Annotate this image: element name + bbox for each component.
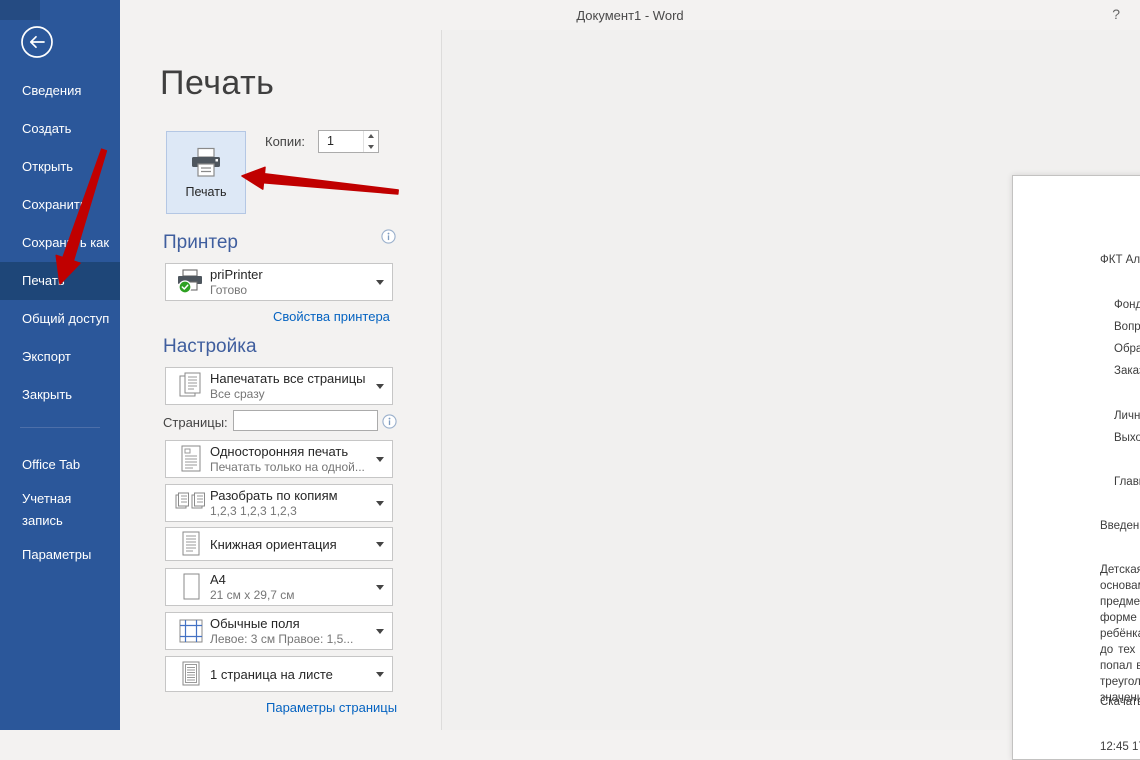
sidebar-item-share[interactable]: Общий доступ [0, 300, 120, 338]
window-title: Документ1 - Word [120, 8, 1140, 23]
copies-increment-button[interactable] [364, 131, 378, 142]
print-range-subtitle: Все сразу [210, 387, 372, 401]
doc-download-line: Скачать «Введение в аналитику» (формат .… [1100, 696, 1140, 708]
collation-title: Разобрать по копиям [210, 488, 372, 503]
sidebar-menu: Сведения Создать Открыть Сохранить Сохра… [0, 72, 120, 574]
paper-size-subtitle: 21 см x 29,7 см [210, 588, 372, 602]
chevron-down-icon [376, 501, 384, 506]
chevron-down-icon [376, 629, 384, 634]
printer-status: Готово [210, 283, 372, 297]
portrait-orientation-icon [172, 530, 210, 558]
page-setup-link[interactable]: Параметры страницы [266, 700, 397, 715]
orientation-select[interactable]: Книжная ориентация [165, 527, 393, 561]
paper-size-select[interactable]: А4 21 см x 29,7 см [165, 568, 393, 606]
doc-text-line: Фонд концептуальных технологий [1114, 299, 1140, 311]
margins-icon [172, 617, 210, 645]
sidebar-item-open[interactable]: Открыть [0, 148, 120, 186]
all-pages-icon [172, 371, 210, 401]
chevron-down-icon [376, 280, 384, 285]
paper-size-title: А4 [210, 572, 372, 587]
copies-stepper[interactable]: 1 [318, 130, 379, 153]
pages-per-sheet-title: 1 страница на листе [210, 667, 372, 682]
pages-info-icon[interactable] [382, 414, 397, 429]
sidebar-item-office-tab[interactable]: Office Tab [0, 446, 120, 484]
backstage-sidebar: Сведения Создать Открыть Сохранить Сохра… [0, 0, 120, 730]
title-bar: Документ1 - Word ? [120, 0, 1140, 30]
sidebar-item-info[interactable]: Сведения [0, 72, 120, 110]
print-range-select[interactable]: Напечатать все страницы Все сразу [165, 367, 393, 405]
chevron-down-icon [376, 585, 384, 590]
pages-per-sheet-icon [172, 660, 210, 688]
print-button[interactable]: Печать [166, 131, 246, 214]
doc-text-line: ФКТ Алтай [1100, 254, 1140, 266]
spinner-down-icon [368, 145, 374, 149]
sidebar-item-account[interactable]: Учетная запись [0, 484, 120, 536]
doc-text-line: Введение в аналитику [1100, 520, 1140, 532]
collation-subtitle: 1,2,3 1,2,3 1,2,3 [210, 504, 372, 518]
doc-text-line: Заказать книгу [1114, 365, 1140, 377]
doc-paragraph: Детская игрушка — простое, но очень эффе… [1100, 562, 1140, 706]
printer-properties-link[interactable]: Свойства принтера [273, 309, 390, 324]
spinner-up-icon [368, 134, 374, 138]
back-arrow-icon [20, 25, 54, 59]
doc-text-line: Вопрос — Ответ [1114, 321, 1140, 333]
doc-text-line: Главная Аналитика Введение в аналитику [1114, 476, 1140, 488]
doc-text-line: Обратная связь [1114, 343, 1140, 355]
print-preview-area: ФКТ Алтай Фонд концептуальных технологий… [442, 30, 1140, 730]
copies-decrement-button[interactable] [364, 142, 378, 153]
chevron-down-icon [376, 457, 384, 462]
printer-info-icon[interactable] [381, 229, 396, 244]
copies-label: Копии: [265, 134, 305, 149]
one-sided-page-icon [172, 444, 210, 474]
print-range-title: Напечатать все страницы [210, 371, 372, 386]
paper-size-icon [172, 572, 210, 602]
pages-per-sheet-select[interactable]: 1 страница на листе [165, 656, 393, 692]
duplex-title: Односторонняя печать [210, 444, 372, 459]
collation-select[interactable]: Разобрать по копиям 1,2,3 1,2,3 1,2,3 [165, 484, 393, 522]
doc-text-line: Выход [1114, 432, 1140, 444]
printer-section-heading: Принтер [163, 232, 238, 254]
sidebar-item-save-as[interactable]: Сохранить как [0, 224, 120, 262]
printer-ready-icon [172, 269, 210, 295]
back-button[interactable] [20, 25, 54, 59]
chevron-down-icon [376, 542, 384, 547]
chevron-down-icon [376, 384, 384, 389]
printer-icon [188, 147, 224, 179]
copies-value[interactable]: 1 [319, 131, 363, 152]
doc-timestamp: 12:45 17.02.2020 [1100, 741, 1140, 753]
sidebar-item-options[interactable]: Параметры [0, 536, 120, 574]
help-icon[interactable]: ? [1112, 6, 1120, 22]
sidebar-top-corner [0, 0, 40, 20]
page-title: Печать [160, 64, 274, 103]
duplex-subtitle: Печатать только на одной... [210, 460, 372, 474]
sidebar-item-new[interactable]: Создать [0, 110, 120, 148]
margins-title: Обычные поля [210, 616, 372, 631]
sidebar-item-export[interactable]: Экспорт [0, 338, 120, 376]
print-button-label: Печать [186, 185, 227, 199]
doc-text-line: Личный кабинет [1114, 410, 1140, 422]
orientation-title: Книжная ориентация [210, 537, 372, 552]
sidebar-item-close[interactable]: Закрыть [0, 376, 120, 414]
collate-icon [172, 489, 210, 517]
printer-name: priPrinter [210, 267, 372, 282]
printer-select[interactable]: priPrinter Готово [165, 263, 393, 301]
settings-section-heading: Настройка [163, 336, 257, 358]
margins-subtitle: Левое: 3 см Правое: 1,5... [210, 632, 372, 646]
chevron-down-icon [376, 672, 384, 677]
sidebar-divider [20, 427, 100, 428]
pages-input[interactable] [233, 410, 378, 431]
document-preview-page: ФКТ Алтай Фонд концептуальных технологий… [1012, 175, 1140, 760]
margins-select[interactable]: Обычные поля Левое: 3 см Правое: 1,5... [165, 612, 393, 650]
sidebar-item-print[interactable]: Печать [0, 262, 120, 300]
sidebar-item-save[interactable]: Сохранить [0, 186, 120, 224]
pages-label: Страницы: [163, 415, 228, 430]
duplex-select[interactable]: Односторонняя печать Печатать только на … [165, 440, 393, 478]
